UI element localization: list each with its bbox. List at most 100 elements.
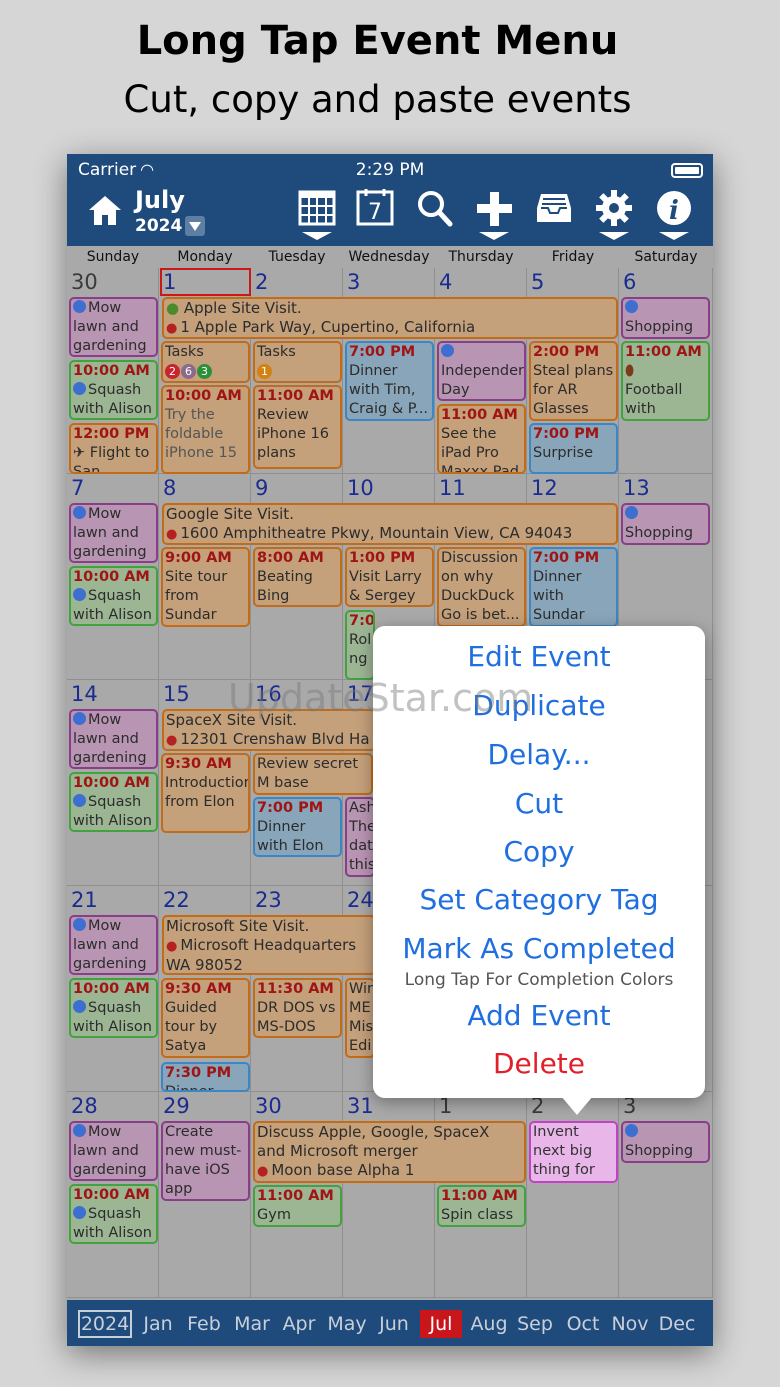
- event-squash[interactable]: 10:00 AM Squash with Alison: [69, 978, 158, 1038]
- event-create-ios-app[interactable]: Create new must-have iOS app: [161, 1121, 250, 1201]
- event-ipad-pro[interactable]: 11:00 AM See the iPad Pro Maxxx Pad: [437, 404, 526, 474]
- event-mow-lawn[interactable]: Mow lawn and gardening: [69, 1121, 158, 1181]
- event-dinner-sundar[interactable]: 7:00 PM Dinner with Sundar: [529, 547, 618, 627]
- event-beating-bing[interactable]: 8:00 AM Beating Bing: [253, 547, 342, 607]
- recurring-icon: [73, 300, 86, 313]
- month-aug[interactable]: Aug: [467, 1310, 511, 1338]
- month-jul[interactable]: Jul: [420, 1310, 462, 1338]
- menu-cut[interactable]: Cut: [373, 787, 705, 820]
- weekday-thursday: Thursday: [435, 246, 527, 268]
- month-jan[interactable]: Jan: [138, 1310, 178, 1338]
- weekday-wednesday: Wednesday: [343, 246, 435, 268]
- home-icon[interactable]: [87, 192, 123, 228]
- gear-icon[interactable]: [593, 188, 637, 242]
- event-microsoft-site-visit[interactable]: Microsoft Site Visit. ● Microsoft Headqua…: [162, 915, 376, 975]
- event-squash[interactable]: 10:00 AM Squash with Alison: [69, 566, 158, 626]
- recurring-icon: [73, 382, 86, 395]
- event-secret-base[interactable]: Review secret M base: [253, 753, 373, 795]
- event-apple-site-visit[interactable]: ● Apple Site Visit. ● 1 Apple Park Way, C…: [162, 297, 618, 339]
- chevron-down-icon[interactable]: [185, 216, 205, 236]
- day-number: 12: [531, 476, 558, 500]
- day-number: 24: [347, 888, 374, 912]
- recurring-icon: [73, 1124, 86, 1137]
- day-number: 15: [163, 682, 190, 706]
- menu-delay[interactable]: Delay...: [373, 738, 705, 771]
- month-dec[interactable]: Dec: [656, 1310, 698, 1338]
- event-dr-dos[interactable]: 11:30 AM DR DOS vs MS-DOS: [253, 978, 342, 1038]
- info-icon[interactable]: i: [653, 188, 697, 242]
- day-number: 14: [71, 682, 98, 706]
- search-icon[interactable]: [414, 188, 458, 242]
- event-tasks-tuesday[interactable]: Tasks 1: [253, 341, 342, 383]
- day-number: 22: [163, 888, 190, 912]
- event-win-me[interactable]: Win ME Mis Edi: [345, 978, 375, 1058]
- event-dinner-elon[interactable]: 7:00 PM Dinner with Elon: [253, 797, 342, 857]
- month-jun[interactable]: Jun: [374, 1310, 414, 1338]
- event-guided-tour[interactable]: 9:30 AM Guided tour by Satya: [161, 978, 250, 1058]
- event-shopping[interactable]: Shopping: [621, 503, 710, 545]
- calendar-grid-icon[interactable]: [296, 188, 340, 242]
- menu-mark-completed[interactable]: Mark As Completed: [373, 932, 705, 965]
- event-rollerblading[interactable]: 7:00Rol ng: [345, 610, 375, 680]
- month-apr[interactable]: Apr: [279, 1310, 319, 1338]
- event-foldable-iphone[interactable]: 10:00 AM Try the foldable iPhone 15: [161, 385, 250, 474]
- event-mow-lawn[interactable]: Mow lawn and gardening: [69, 709, 158, 769]
- day-number: 7: [71, 476, 85, 500]
- event-invent-next-big-thing[interactable]: Invent next big thing for iOS: [529, 1121, 618, 1183]
- event-review-iphone[interactable]: 11:00 AM Review iPhone 16 plans: [253, 385, 342, 469]
- year-button[interactable]: 2024: [78, 1310, 132, 1338]
- event-flight[interactable]: 12:00 PM ✈ Flight to San: [69, 423, 158, 474]
- event-spin-class[interactable]: 11:00 AM Spin class: [437, 1185, 526, 1227]
- event-intro-elon[interactable]: 9:30 AM Introduction from Elon: [161, 753, 250, 833]
- event-squash[interactable]: 10:00 AM Squash with Alison: [69, 1184, 158, 1244]
- event-squash[interactable]: 10:00 AM Squash with Alison: [69, 772, 158, 832]
- event-shopping[interactable]: Shopping: [621, 1121, 710, 1163]
- today-marker: [160, 268, 251, 296]
- day-number: 29: [163, 1094, 190, 1118]
- weekday-friday: Friday: [527, 246, 619, 268]
- event-dinner-satya[interactable]: 7:30 PM Dinner: [161, 1062, 250, 1092]
- menu-copy[interactable]: Copy: [373, 835, 705, 868]
- event-google-site-visit[interactable]: Google Site Visit. ● 1600 Amphitheatre Pk…: [162, 503, 618, 545]
- menu-set-category-tag[interactable]: Set Category Tag: [373, 883, 705, 916]
- menu-edit-event[interactable]: Edit Event: [373, 640, 705, 673]
- event-mow-lawn[interactable]: Mow lawn and gardening: [69, 503, 158, 563]
- event-tasks-monday[interactable]: Tasks 2 6 3: [161, 341, 250, 383]
- recurring-icon: [73, 918, 86, 931]
- event-gym[interactable]: 11:00 AM Gym: [253, 1185, 342, 1227]
- event-ash[interactable]: Ash The dat this: [345, 797, 375, 877]
- inbox-icon[interactable]: [533, 188, 577, 242]
- event-merger[interactable]: Discuss Apple, Google, SpaceX and Micros…: [253, 1121, 526, 1183]
- event-mow-lawn[interactable]: Mow lawn and gardening: [69, 915, 158, 975]
- event-dinner-tim[interactable]: 7:00 PM Dinner with Tim, Craig & P...: [345, 341, 434, 421]
- month-year[interactable]: 2024: [135, 216, 182, 236]
- event-independence-day[interactable]: Independence Day: [437, 341, 526, 401]
- day-number: 13: [623, 476, 650, 500]
- month-nov[interactable]: Nov: [609, 1310, 651, 1338]
- menu-add-event[interactable]: Add Event: [373, 999, 705, 1032]
- month-may[interactable]: May: [326, 1310, 368, 1338]
- menu-delete[interactable]: Delete: [373, 1047, 705, 1080]
- event-surprise[interactable]: 7:00 PM Surprise: [529, 423, 618, 474]
- recurring-icon: [73, 1206, 86, 1219]
- event-duckduckgo[interactable]: Discussion on why DuckDuck Go is bet...: [437, 547, 526, 627]
- event-squash[interactable]: 10:00 AM Squash with Alison: [69, 360, 158, 420]
- month-oct[interactable]: Oct: [562, 1310, 604, 1338]
- event-mow-lawn[interactable]: Mow lawn and gardening: [69, 297, 158, 357]
- month-mar[interactable]: Mar: [232, 1310, 272, 1338]
- month-feb[interactable]: Feb: [184, 1310, 224, 1338]
- day-number: 10: [347, 476, 374, 500]
- recurring-icon: [625, 1124, 638, 1137]
- day-7-icon[interactable]: 7: [354, 188, 398, 242]
- event-shopping[interactable]: Shopping: [621, 297, 710, 339]
- event-steal-plans[interactable]: 2:00 PM Steal plans for AR Glasses: [529, 341, 618, 421]
- event-site-tour-sundar[interactable]: 9:00 AM Site tour from Sundar: [161, 547, 250, 627]
- watermark: UpdateStar.com: [228, 676, 534, 720]
- event-visit-larry[interactable]: 1:00 PM Visit Larry & Sergey: [345, 547, 434, 607]
- add-icon[interactable]: [473, 188, 517, 242]
- event-football[interactable]: 11:00 AM⬮Football with Appl...: [621, 341, 710, 421]
- month-title[interactable]: July: [135, 186, 185, 214]
- weekday-saturday: Saturday: [619, 246, 713, 268]
- month-sep[interactable]: Sep: [514, 1310, 556, 1338]
- day-number: 31: [347, 1094, 374, 1118]
